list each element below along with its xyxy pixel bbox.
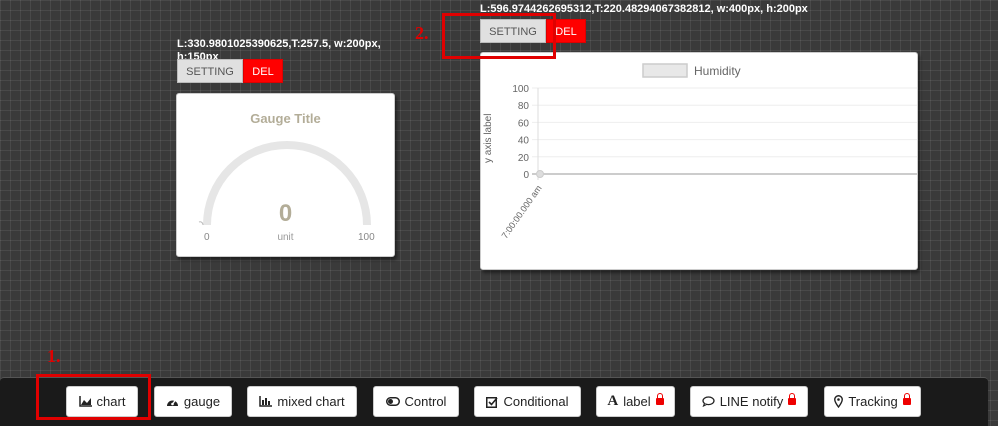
y-tick-labels: 100 80 60 40 20 0 — [512, 84, 529, 181]
toggle-icon — [385, 397, 400, 406]
y-tick-label: 20 — [518, 153, 530, 164]
dashboard-icon — [166, 396, 179, 407]
x-tick-label: 7:00:00.000 am — [500, 183, 544, 240]
lock-icon — [902, 393, 911, 406]
gauge-value: 0 — [278, 200, 293, 227]
add-chart-button[interactable]: chart — [66, 386, 138, 417]
add-chart-label: chart — [96, 394, 126, 409]
check-square-icon — [486, 396, 499, 408]
add-tracking-button[interactable]: Tracking — [824, 386, 921, 417]
data-points — [536, 170, 544, 178]
lock-icon — [655, 393, 664, 406]
add-mixed-chart-label: mixed chart — [277, 394, 345, 409]
add-line-notify-button[interactable]: LINE notify — [690, 386, 808, 417]
gauge-info-line1: L:330.9801025390625,T:257.5, w:200px, — [177, 38, 381, 50]
data-point-humidity — [536, 170, 544, 178]
add-conditional-label: Conditional — [503, 394, 569, 409]
legend-swatch-humidity — [642, 63, 688, 78]
bar-chart-icon — [259, 396, 273, 407]
legend-label-humidity: Humidity — [694, 64, 741, 78]
comment-icon — [702, 396, 715, 407]
y-tick-label: 40 — [518, 136, 530, 147]
gauge-delete-button[interactable]: DEL — [243, 59, 283, 83]
add-gauge-label: gauge — [183, 394, 221, 409]
line-chart: Humidity y axis label 100 80 60 40 20 0 7:00:… — [483, 63, 917, 240]
y-tick-label: 60 — [518, 118, 530, 129]
chart-widget[interactable]: Humidity y axis label 100 80 60 40 20 0 7:00:… — [480, 52, 918, 270]
add-conditional-button[interactable]: Conditional — [474, 386, 581, 417]
y-tick-label: 0 — [523, 170, 529, 181]
gauge-setting-button[interactable]: SETTING — [177, 59, 243, 83]
map-marker-icon — [834, 395, 844, 408]
font-icon: A — [607, 393, 619, 409]
gauge-max-label: 100 — [358, 232, 375, 243]
add-control-button[interactable]: Control — [373, 386, 459, 417]
add-gauge-button[interactable]: gauge — [154, 386, 232, 417]
chart-delete-button[interactable]: DEL — [546, 19, 586, 43]
lock-icon — [788, 393, 797, 406]
annotation-number-1: 1. — [47, 346, 61, 366]
add-line-notify-label: LINE notify — [719, 394, 784, 409]
add-label-button[interactable]: A label — [596, 386, 675, 417]
y-tick-label: 80 — [518, 101, 530, 112]
y-axis-label: y axis label — [483, 114, 494, 163]
add-label-label: label — [623, 394, 651, 409]
add-control-label: Control — [404, 394, 447, 409]
area-chart-icon — [78, 396, 92, 407]
x-tick-labels: 7:00:00.000 am — [500, 183, 544, 240]
y-gridlines — [532, 87, 917, 180]
widget-toolbar: chart gauge mixed chart Control Conditio… — [0, 377, 988, 426]
chart-position-info: L:596.9744262695312,T:220.48294067382812… — [480, 3, 808, 15]
chart-setting-button[interactable]: SETTING — [480, 19, 546, 43]
add-mixed-chart-button[interactable]: mixed chart — [247, 386, 357, 417]
gauge-min-label: 0 — [204, 232, 210, 243]
gauge-widget[interactable]: Gauge Title 0 unit 0 100 — [176, 93, 395, 257]
add-tracking-label: Tracking — [848, 394, 898, 409]
annotation-number-2: 2. — [415, 23, 429, 43]
y-tick-label: 100 — [512, 84, 529, 95]
